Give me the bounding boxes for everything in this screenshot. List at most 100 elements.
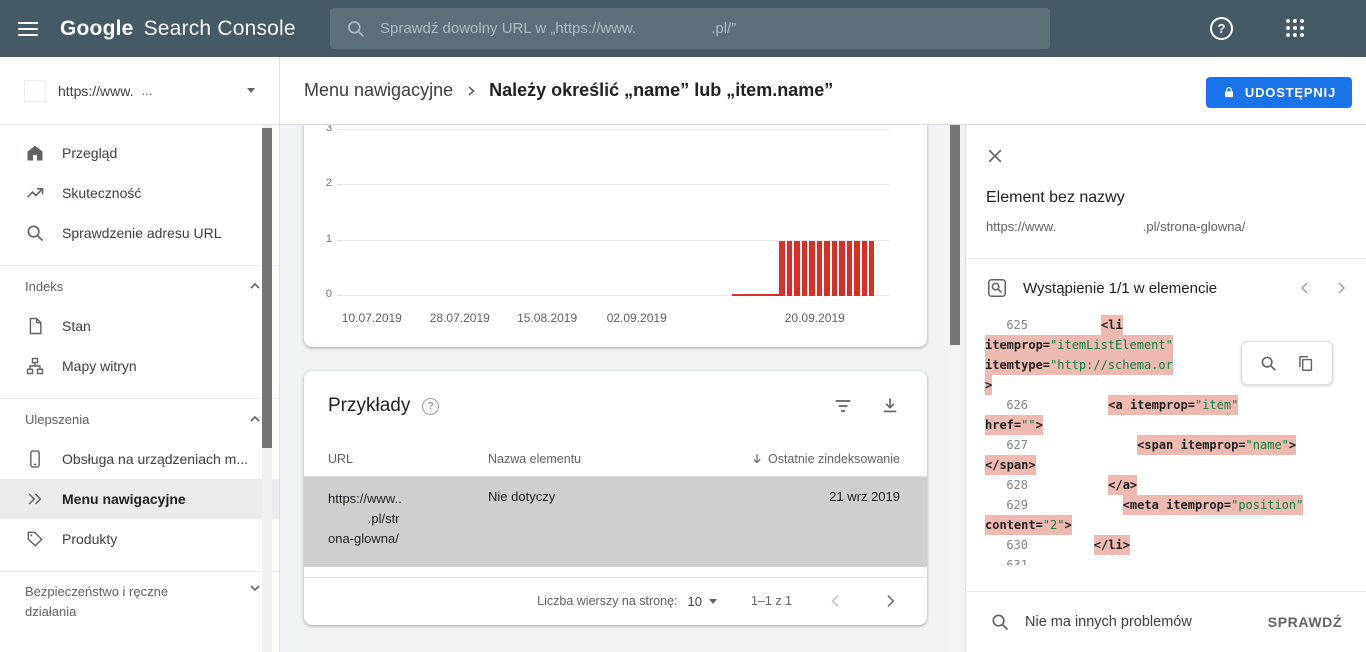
sidebar-item-label: Produkty xyxy=(62,531,117,547)
performance-icon xyxy=(25,183,45,203)
rows-per-page-label: Liczba wierszy na stronę: xyxy=(537,594,677,608)
sidebar-item-label: Skuteczność xyxy=(62,185,141,201)
sidebar-item-url-inspection[interactable]: Sprawdzenie adresu URL xyxy=(0,213,279,253)
detail-url: https://www. .pl/strona-glowna/ xyxy=(986,219,1245,234)
chevron-down-icon xyxy=(709,599,717,604)
code-toolbar xyxy=(1241,341,1333,385)
x-axis-tick: 20.09.2019 xyxy=(785,311,845,325)
next-page-icon[interactable] xyxy=(880,591,900,611)
breadcrumb-parent-link[interactable]: Menu nawigacyjne xyxy=(304,80,453,101)
x-axis-tick: 02.09.2019 xyxy=(607,311,667,325)
close-icon[interactable] xyxy=(986,147,1004,165)
sidebar-section-enhancements[interactable]: Ulepszenia xyxy=(0,399,279,439)
url-inspection-searchbar[interactable]: Sprawdź dowolny URL w „https://www. .pl/… xyxy=(330,8,1050,49)
sidebar-item-coverage[interactable]: Stan xyxy=(0,306,279,346)
share-button[interactable]: UDOSTĘPNIJ xyxy=(1206,77,1352,108)
table-row[interactable]: https://www.. .pl/strona-glowna/ Nie dot… xyxy=(304,477,927,567)
site-favicon xyxy=(24,80,46,102)
x-axis-tick: 10.07.2019 xyxy=(342,311,402,325)
section-label: Indeks xyxy=(25,279,63,294)
code-line: 629 <meta itemprop="position" xyxy=(985,495,1366,515)
main-scrollbar[interactable] xyxy=(947,125,963,652)
find-in-element-icon xyxy=(986,277,1008,299)
sidebar-item-label: Menu nawigacyjne xyxy=(62,491,186,507)
code-line: </span> xyxy=(985,455,1366,475)
detail-panel: Element bez nazwy https://www. .pl/stron… xyxy=(965,125,1366,652)
sitemap-icon xyxy=(25,356,45,376)
app-logo[interactable]: Google Search Console xyxy=(60,17,296,41)
property-selector[interactable]: https://www. ... xyxy=(0,57,279,125)
detail-title: Element bez nazwy xyxy=(986,189,1125,207)
help-icon[interactable]: ? xyxy=(1210,17,1233,40)
chart-bar xyxy=(817,241,822,296)
no-other-issues-message: Nie ma innych problemów xyxy=(1025,614,1192,630)
search-in-code-icon[interactable] xyxy=(1259,354,1278,373)
sidebar-section-index[interactable]: Indeks xyxy=(0,266,279,306)
sidebar-scrollbar[interactable] xyxy=(262,125,272,652)
rows-per-page-select[interactable]: 10 xyxy=(688,594,717,609)
occurrence-label: Wystąpienie 1/1 w elemencie xyxy=(1023,280,1217,297)
section-label: Ulepszenia xyxy=(25,412,89,427)
chart-bar xyxy=(802,241,807,296)
code-line: 625 <li xyxy=(985,315,1366,335)
error-chart-card: 3 2 1 0 10.07.2019 28.07.2019 15.08.2019… xyxy=(304,125,927,347)
sidebar-item-products[interactable]: Produkty xyxy=(0,519,279,559)
apps-grid-icon[interactable] xyxy=(1286,19,1304,37)
search-icon xyxy=(25,223,45,243)
top-header: Google Search Console Sprawdź dowolny UR… xyxy=(0,0,1366,57)
previous-page-icon[interactable] xyxy=(826,591,846,611)
chart-bar xyxy=(839,241,844,296)
sidebar-section-security[interactable]: Bezpieczeństwo i ręczne działania xyxy=(0,572,279,628)
previous-occurrence-icon[interactable] xyxy=(1296,279,1314,297)
column-header-url: URL xyxy=(328,452,488,466)
examples-card: Przykłady ? URL Nazwa elementu Ostatnie … xyxy=(304,371,927,625)
column-header-last-indexed[interactable]: Ostatnie zindeksowanie xyxy=(750,452,900,466)
help-circle-icon[interactable]: ? xyxy=(422,398,439,415)
breadcrumb-bar: Menu nawigacyjne Należy określić „name” … xyxy=(280,57,1366,125)
chart-zero-line xyxy=(732,294,780,296)
next-occurrence-icon[interactable] xyxy=(1332,279,1350,297)
table-pagination: Liczba wierszy na stronę: 10 1–1 z 1 xyxy=(304,577,927,624)
sidebar-item-performance[interactable]: Skuteczność xyxy=(0,173,279,213)
hamburger-menu-icon[interactable] xyxy=(18,18,40,40)
code-line: 630 </li> xyxy=(985,535,1366,555)
property-url-ellipsis: ... xyxy=(141,83,152,98)
main-scrollbar-thumb[interactable] xyxy=(950,125,960,345)
code-line: 626 <a itemprop="item" xyxy=(985,395,1366,415)
detail-footer: Nie ma innych problemów SPRAWDŹ xyxy=(966,591,1366,652)
chart-plot-area: 10.07.2019 28.07.2019 15.08.2019 02.09.2… xyxy=(337,125,890,347)
copy-icon[interactable] xyxy=(1296,354,1315,373)
chart-bar xyxy=(854,241,859,296)
section-label: Bezpieczeństwo i ręczne działania xyxy=(25,582,220,622)
x-axis-tick: 28.07.2019 xyxy=(430,311,490,325)
download-icon[interactable] xyxy=(880,396,900,416)
examples-title: Przykłady xyxy=(328,395,410,417)
coverage-icon xyxy=(25,316,45,336)
table-header-row: URL Nazwa elementu Ostatnie zindeksowani… xyxy=(304,441,927,477)
divider xyxy=(966,258,1366,259)
property-url: https://www. xyxy=(58,83,133,99)
sidebar-item-sitemaps[interactable]: Mapy witryn xyxy=(0,346,279,386)
sidebar-item-breadcrumbs[interactable]: Menu nawigacyjne xyxy=(0,479,279,519)
sidebar-item-label: Sprawdzenie adresu URL xyxy=(62,225,222,241)
chart-bar xyxy=(869,241,874,296)
sidebar-item-overview[interactable]: Przegląd xyxy=(0,133,279,173)
sidebar-scrollbar-thumb[interactable] xyxy=(262,128,272,448)
sidebar-item-label: Obsługa na urządzeniach m... xyxy=(62,451,248,467)
chart-bar xyxy=(847,241,852,296)
sidebar-item-label: Mapy witryn xyxy=(62,358,137,374)
column-header-name: Nazwa elementu xyxy=(488,452,728,466)
code-line: content="2"> xyxy=(985,515,1366,535)
chart-bar xyxy=(809,241,814,296)
filter-icon[interactable] xyxy=(833,396,853,416)
mobile-icon xyxy=(25,449,45,469)
gridline xyxy=(337,129,890,130)
chart-bars xyxy=(779,241,874,296)
validate-button[interactable]: SPRAWDŹ xyxy=(1268,614,1342,630)
x-axis-tick: 15.08.2019 xyxy=(517,311,577,325)
sidebar-item-mobile-usability[interactable]: Obsługa na urządzeniach m... xyxy=(0,439,279,479)
main-content: 3 2 1 0 10.07.2019 28.07.2019 15.08.2019… xyxy=(280,125,965,652)
sort-descending-icon xyxy=(750,452,764,466)
tag-icon xyxy=(25,529,45,549)
chart-bar xyxy=(824,241,829,296)
